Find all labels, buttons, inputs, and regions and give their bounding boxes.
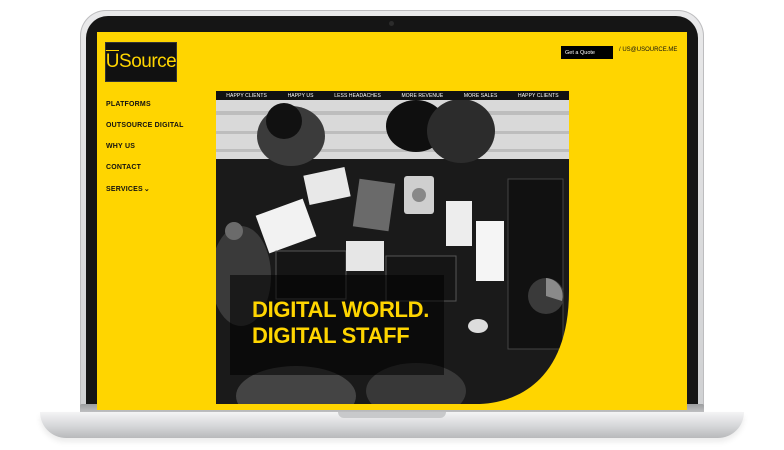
hero-tabbar: HAPPY CLIENTS HAPPY US LESS HEADACHES MO… (216, 91, 569, 100)
webcam-dot (389, 21, 394, 26)
nav-item-label: WHY US (106, 143, 136, 150)
tab-less-headaches[interactable]: LESS HEADACHES (334, 93, 381, 99)
laptop-notch (338, 412, 446, 418)
email-link[interactable]: / US@USOURCE.ME (619, 47, 677, 53)
headline-line-2: DIGITAL STAFF (252, 323, 410, 348)
chevron-down-icon: ⌄ (143, 186, 150, 193)
tab-more-sales[interactable]: MORE SALES (464, 93, 498, 99)
hero-headline-box: DIGITAL WORLD. DIGITAL STAFF (230, 275, 444, 375)
headline-line-1: DIGITAL WORLD. (252, 297, 430, 322)
nav-item-services[interactable]: SERVICES ⌄ (106, 185, 184, 194)
nav-item-contact[interactable]: CONTACT (106, 164, 184, 171)
tab-happy-clients[interactable]: HAPPY CLIENTS (226, 93, 267, 99)
tab-more-revenue[interactable]: MORE REVENUE (402, 93, 444, 99)
nav-item-platforms[interactable]: PLATFORMS (106, 101, 184, 108)
nav-item-label: CONTACT (106, 164, 142, 171)
nav-item-outsource-digital[interactable]: OUTSOURCE DIGITAL (106, 122, 184, 129)
hero-banner: HAPPY CLIENTS HAPPY US LESS HEADACHES MO… (216, 91, 569, 404)
tab-happy-us[interactable]: HAPPY US (288, 93, 314, 99)
logo-text: USource (105, 51, 177, 72)
side-navigation: PLATFORMS OUTSOURCE DIGITAL WHY US CONTA… (106, 101, 184, 207)
nav-item-label: SERVICES (106, 185, 143, 193)
usource-logo[interactable]: USource (105, 42, 177, 82)
nav-item-label: PLATFORMS (106, 101, 151, 108)
nav-item-why-us[interactable]: WHY US (106, 143, 184, 150)
get-a-quote-button[interactable]: Get a Quote (561, 46, 613, 59)
website-screen: USource Get a Quote / US@USOURCE.ME PLAT… (97, 32, 687, 410)
nav-item-label: OUTSOURCE DIGITAL (106, 122, 184, 129)
tab-happy-clients-2[interactable]: HAPPY CLIENTS (518, 93, 559, 99)
